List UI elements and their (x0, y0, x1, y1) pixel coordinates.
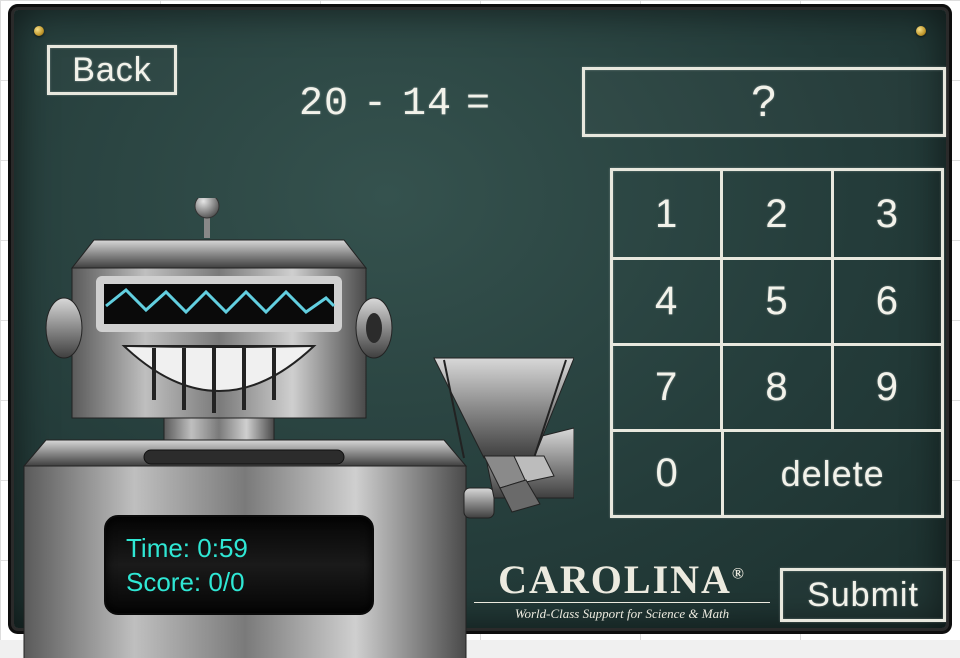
brand-logo: CAROLINA® World-Class Support for Scienc… (474, 560, 770, 622)
status-panel: Time: 0:59 Score: 0/0 (104, 515, 374, 615)
keypad-key-8[interactable]: 8 (720, 346, 830, 429)
score-label: Score: (126, 567, 201, 597)
brand-tagline: World-Class Support for Science & Math (474, 602, 770, 622)
time-display: Time: 0:59 (126, 533, 352, 564)
robot-head (46, 240, 392, 418)
keypad: 1 2 3 4 5 6 7 8 9 0 delete (610, 168, 944, 518)
equation-operand-left: 20 (299, 82, 349, 127)
equation-operand-right: 14 (402, 82, 452, 127)
pin-icon (34, 26, 44, 36)
submit-button[interactable]: Submit (780, 568, 946, 622)
back-button[interactable]: Back (47, 45, 177, 95)
robot-arm (434, 358, 574, 518)
keypad-key-2[interactable]: 2 (720, 171, 830, 257)
score-display: Score: 0/0 (126, 567, 352, 598)
time-label: Time: (126, 533, 190, 563)
keypad-key-6[interactable]: 6 (831, 260, 941, 343)
keypad-key-1[interactable]: 1 (613, 171, 720, 257)
time-value: 0:59 (197, 533, 248, 563)
equation-operator: - (363, 82, 388, 127)
pin-icon (916, 26, 926, 36)
keypad-key-7[interactable]: 7 (613, 346, 720, 429)
keypad-key-5[interactable]: 5 (720, 260, 830, 343)
keypad-key-9[interactable]: 9 (831, 346, 941, 429)
keypad-key-4[interactable]: 4 (613, 260, 720, 343)
keypad-key-3[interactable]: 3 (831, 171, 941, 257)
brand-name-text: CAROLINA (498, 557, 732, 602)
answer-input[interactable]: ? (582, 67, 946, 137)
keypad-key-0[interactable]: 0 (613, 432, 721, 515)
chalkboard: Back 20 - 14 = ? 1 2 3 4 5 6 7 8 9 0 del… (14, 10, 946, 628)
keypad-key-delete[interactable]: delete (721, 432, 941, 515)
score-value: 0/0 (208, 567, 244, 597)
equation-equals: = (466, 82, 491, 127)
equation-display: 20 - 14 = (299, 82, 491, 127)
registered-mark: ® (732, 566, 746, 583)
